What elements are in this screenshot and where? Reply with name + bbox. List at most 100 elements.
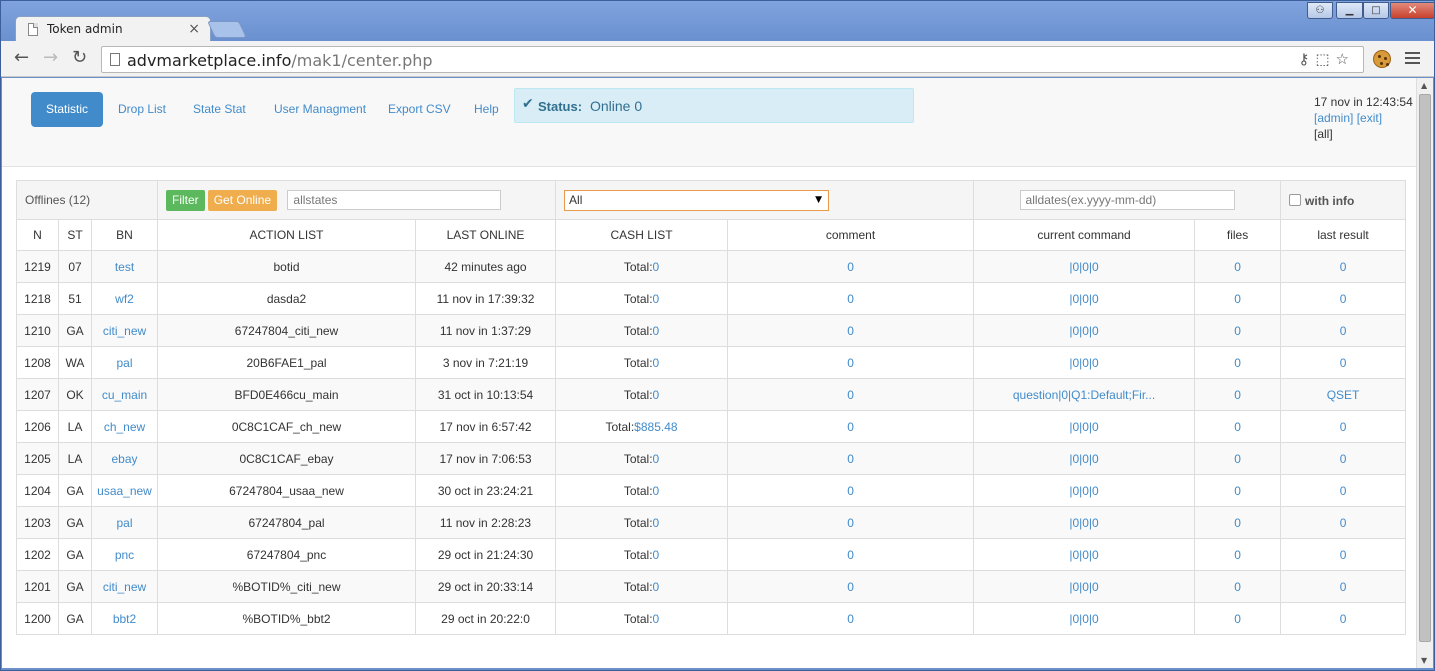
with-info-checkbox[interactable] (1289, 194, 1302, 207)
row-result-link[interactable]: 0 (1340, 420, 1347, 434)
row-comment-link[interactable]: 0 (847, 260, 854, 274)
browser-tab[interactable]: Token admin × (15, 16, 211, 43)
row-cash-link[interactable]: 0 (653, 260, 660, 274)
col-header[interactable]: files (1194, 219, 1282, 251)
nav-help[interactable]: Help (459, 92, 514, 127)
row-bot-name-link[interactable]: wf2 (115, 292, 134, 306)
row-cash-link[interactable]: 0 (653, 580, 660, 594)
col-header[interactable]: BN (90, 219, 159, 251)
row-command-link[interactable]: |0|0|0 (1069, 260, 1098, 274)
url-text[interactable]: advmarketplace.info/mak1/center.php (127, 51, 433, 70)
cookie-extension-icon[interactable] (1373, 50, 1391, 68)
row-files-link[interactable]: 0 (1234, 260, 1241, 274)
row-files-link[interactable]: 0 (1234, 388, 1241, 402)
col-header[interactable]: current command (973, 219, 1196, 251)
row-cash-link[interactable]: 0 (653, 292, 660, 306)
row-command-link[interactable]: |0|0|0 (1069, 516, 1098, 530)
col-header[interactable]: comment (727, 219, 975, 251)
minimize-button[interactable]: ▁ (1336, 2, 1363, 19)
row-bot-name-link[interactable]: citi_new (103, 580, 146, 594)
col-header[interactable]: N (16, 219, 59, 251)
scroll-down-icon[interactable]: ▼ (1421, 656, 1427, 665)
states-input[interactable]: allstates (287, 190, 502, 210)
action-select[interactable]: All ▼ (564, 189, 830, 211)
row-cash-link[interactable]: 0 (653, 452, 660, 466)
row-files-link[interactable]: 0 (1234, 356, 1241, 370)
row-command-link[interactable]: |0|0|0 (1069, 356, 1098, 370)
nav-user-managment[interactable]: User Managment (259, 92, 381, 127)
row-bot-name-link[interactable]: cu_main (102, 388, 147, 402)
admin-link[interactable]: [admin] (1314, 111, 1353, 125)
row-command-link[interactable]: |0|0|0 (1069, 580, 1098, 594)
address-bar[interactable]: advmarketplace.info/mak1/center.php ⚷⬚☆ (101, 46, 1364, 73)
row-command-link[interactable]: |0|0|0 (1069, 292, 1098, 306)
row-files-link[interactable]: 0 (1234, 292, 1241, 306)
vertical-scrollbar[interactable]: ▲ ▼ (1416, 78, 1433, 668)
new-tab-button[interactable] (207, 21, 247, 38)
col-header[interactable]: ACTION LIST (157, 219, 417, 251)
row-files-link[interactable]: 0 (1234, 580, 1241, 594)
row-command-link[interactable]: question|0|Q1:Default;Fir... (1013, 388, 1155, 402)
row-bot-name-link[interactable]: bbt2 (113, 612, 136, 626)
scroll-up-icon[interactable]: ▲ (1421, 81, 1427, 90)
row-cash-link[interactable]: $885.48 (634, 420, 677, 434)
row-comment-link[interactable]: 0 (847, 292, 854, 306)
row-bot-name-link[interactable]: test (115, 260, 134, 274)
scroll-thumb[interactable] (1419, 94, 1431, 642)
nav-export-csv[interactable]: Export CSV (373, 92, 466, 127)
row-result-link[interactable]: 0 (1340, 356, 1347, 370)
row-comment-link[interactable]: 0 (847, 356, 854, 370)
row-files-link[interactable]: 0 (1234, 612, 1241, 626)
exit-link[interactable]: [exit] (1357, 111, 1382, 125)
row-comment-link[interactable]: 0 (847, 324, 854, 338)
col-header[interactable]: ST (58, 219, 92, 251)
row-cash-link[interactable]: 0 (653, 356, 660, 370)
row-files-link[interactable]: 0 (1234, 548, 1241, 562)
get-online-button[interactable]: Get Online (207, 189, 278, 211)
row-result-link[interactable]: 0 (1340, 452, 1347, 466)
row-result-link[interactable]: 0 (1340, 292, 1347, 306)
row-command-link[interactable]: |0|0|0 (1069, 452, 1098, 466)
col-header[interactable]: LAST ONLINE (415, 219, 557, 251)
row-cash-link[interactable]: 0 (653, 548, 660, 562)
row-bot-name-link[interactable]: citi_new (103, 324, 146, 338)
row-bot-name-link[interactable]: pal (117, 516, 133, 530)
row-result-link[interactable]: QSET (1327, 388, 1360, 402)
row-command-link[interactable]: |0|0|0 (1069, 324, 1098, 338)
row-result-link[interactable]: 0 (1340, 484, 1347, 498)
row-cash-link[interactable]: 0 (653, 324, 660, 338)
row-cash-link[interactable]: 0 (653, 388, 660, 402)
row-comment-link[interactable]: 0 (847, 420, 854, 434)
row-cash-link[interactable]: 0 (653, 516, 660, 530)
row-bot-name-link[interactable]: ebay (111, 452, 137, 466)
row-command-link[interactable]: |0|0|0 (1069, 548, 1098, 562)
close-window-button[interactable]: ✕ (1390, 2, 1435, 19)
col-header[interactable]: CASH LIST (555, 219, 729, 251)
row-result-link[interactable]: 0 (1340, 548, 1347, 562)
filter-button[interactable]: Filter (166, 189, 205, 211)
nav-drop-list[interactable]: Drop List (103, 92, 181, 127)
row-comment-link[interactable]: 0 (847, 388, 854, 402)
row-comment-link[interactable]: 0 (847, 548, 854, 562)
row-result-link[interactable]: 0 (1340, 324, 1347, 338)
menu-icon[interactable] (1405, 52, 1420, 67)
maximize-button[interactable]: □ (1363, 2, 1389, 19)
reload-icon[interactable]: ↻ (72, 49, 87, 67)
row-bot-name-link[interactable]: pal (117, 356, 133, 370)
row-result-link[interactable]: 0 (1340, 612, 1347, 626)
row-bot-name-link[interactable]: ch_new (104, 420, 145, 434)
row-result-link[interactable]: 0 (1340, 260, 1347, 274)
row-comment-link[interactable]: 0 (847, 484, 854, 498)
back-arrow-icon[interactable]: ← (14, 49, 29, 67)
row-command-link[interactable]: |0|0|0 (1069, 612, 1098, 626)
all-link[interactable]: [all] (1314, 126, 1413, 142)
row-comment-link[interactable]: 0 (847, 516, 854, 530)
row-comment-link[interactable]: 0 (847, 580, 854, 594)
row-files-link[interactable]: 0 (1234, 420, 1241, 434)
tab-close-icon[interactable]: × (188, 21, 200, 37)
forward-arrow-icon[interactable]: → (43, 49, 58, 67)
row-files-link[interactable]: 0 (1234, 484, 1241, 498)
nav-statistic[interactable]: Statistic (31, 92, 104, 127)
row-cash-link[interactable]: 0 (653, 612, 660, 626)
dates-input[interactable]: alldates(ex.yyyy-mm-dd) (1019, 190, 1235, 210)
